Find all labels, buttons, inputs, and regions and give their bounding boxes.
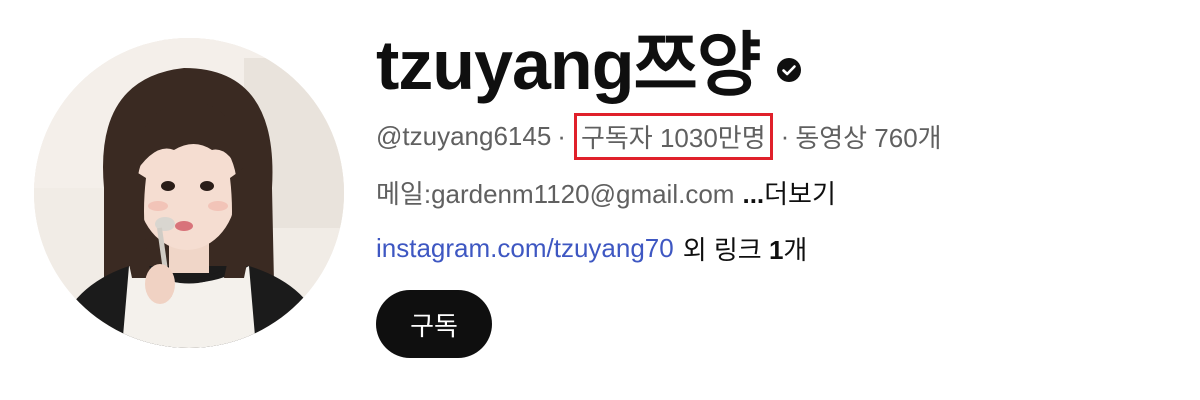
subscribe-button[interactable]: 구독: [376, 290, 492, 358]
channel-title-row: tzuyang쯔양: [376, 20, 1176, 110]
meta-separator: ·: [557, 120, 566, 151]
channel-info: tzuyang쯔양 @tzuyang6145 · 구독자 1030만명 · 동영…: [376, 20, 1176, 358]
other-links-count: 1: [768, 234, 784, 265]
channel-description: 메일:gardenm1120@gmail.com: [376, 178, 735, 209]
other-links-prefix: 외 링크: [682, 234, 762, 265]
channel-title: tzuyang쯔양: [376, 26, 761, 104]
channel-handle: @tzuyang6145: [376, 120, 552, 151]
channel-links-row: instagram.com/tzuyang70 외 링크 1개: [376, 228, 1176, 268]
channel-avatar[interactable]: [34, 38, 344, 348]
channel-description-row[interactable]: 메일:gardenm1120@gmail.com ...더보기: [376, 172, 1176, 212]
other-links-suffix: 개: [783, 234, 808, 265]
more-dots: ...: [742, 178, 765, 209]
video-count: 동영상 760개: [795, 122, 942, 153]
meta-separator: ·: [780, 120, 790, 151]
channel-meta-row: @tzuyang6145 · 구독자 1030만명 · 동영상 760개: [376, 112, 1176, 160]
avatar-photo: [34, 38, 344, 348]
other-links-button[interactable]: 외 링크 1개: [683, 230, 808, 267]
more-label: 더보기: [764, 178, 836, 209]
more-button[interactable]: ...더보기: [742, 174, 835, 211]
subscriber-count: 구독자 1030만명: [573, 112, 773, 160]
instagram-link[interactable]: instagram.com/tzuyang70: [376, 233, 674, 264]
verified-check-icon[interactable]: [776, 57, 802, 83]
